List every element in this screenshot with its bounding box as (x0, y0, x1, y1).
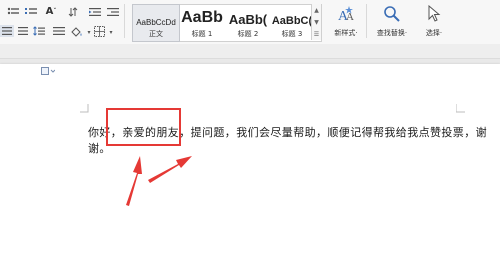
bullet-list-icon[interactable] (6, 6, 20, 18)
style-heading-3[interactable]: AaBbC( 标题 3 (271, 5, 313, 41)
outdent-icon[interactable] (106, 6, 120, 18)
style-normal[interactable]: AaBbCcDd 正文 (132, 4, 180, 42)
margin-corner-mark (80, 104, 89, 113)
toolbar-separator (366, 4, 367, 38)
search-icon (383, 4, 401, 24)
style-preview-text: AaBbCcDd (136, 18, 176, 27)
find-replace-button[interactable]: 查找替换· (370, 4, 414, 40)
style-heading-2[interactable]: AaBb( 标题 2 (225, 5, 271, 41)
style-preview-text: AaBb (181, 9, 223, 26)
borders-dropdown-icon[interactable]: ▾ (104, 26, 118, 38)
paragraph-spacing-icon[interactable] (52, 25, 66, 37)
change-case-icon[interactable]: Aˇ (44, 5, 58, 17)
line-spacing-icon[interactable] (32, 25, 46, 37)
style-gallery-scroll[interactable]: ▲ ▼ ☰ (311, 4, 321, 40)
toolbar-separator (124, 4, 125, 38)
style-label: 标题 3 (281, 30, 303, 38)
align-justify-icon[interactable] (0, 25, 14, 37)
paragraph-layout-icon[interactable] (41, 67, 56, 78)
select-label: 选择· (425, 29, 443, 37)
document-page[interactable] (0, 64, 500, 275)
ribbon-toolbar: Aˇ ▾ ▾ AaBbCcDd 正文 AaBb 标题 1 AaBb(标题 2 … (0, 0, 500, 45)
new-style-icon: AA (336, 4, 356, 24)
select-button[interactable]: 选择· (412, 4, 456, 40)
style-label: 标题 1 (191, 30, 213, 38)
gallery-more-icon[interactable]: ☰ (314, 31, 319, 38)
scroll-down-icon[interactable]: ▼ (314, 19, 319, 26)
new-style-label: 新样式· (334, 29, 358, 37)
ribbon-status-strip (0, 44, 500, 59)
style-preview-text: AaBb( (228, 12, 268, 27)
style-gallery: AaBbCcDd 正文 AaBb 标题 1 AaBb( 标题 2 AaBbC( … (132, 4, 322, 42)
new-style-button[interactable]: AA 新样式· (324, 4, 368, 40)
style-label: 标题 2 (237, 30, 259, 38)
cursor-icon (426, 4, 442, 24)
numbered-list-icon[interactable] (24, 6, 38, 18)
scroll-up-icon[interactable]: ▲ (314, 7, 319, 14)
annotation-highlight-box (106, 108, 181, 146)
margin-corner-mark (456, 104, 465, 113)
style-preview-text: AaBbC( (271, 15, 313, 27)
align-distributed-icon[interactable] (16, 25, 30, 37)
document-area (0, 59, 500, 275)
indent-icon[interactable] (88, 6, 102, 18)
find-replace-label: 查找替换· (376, 29, 408, 37)
style-heading-1[interactable]: AaBb 标题 1 (179, 5, 225, 41)
sort-icon[interactable] (66, 6, 80, 18)
style-label: 正文 (149, 30, 163, 38)
